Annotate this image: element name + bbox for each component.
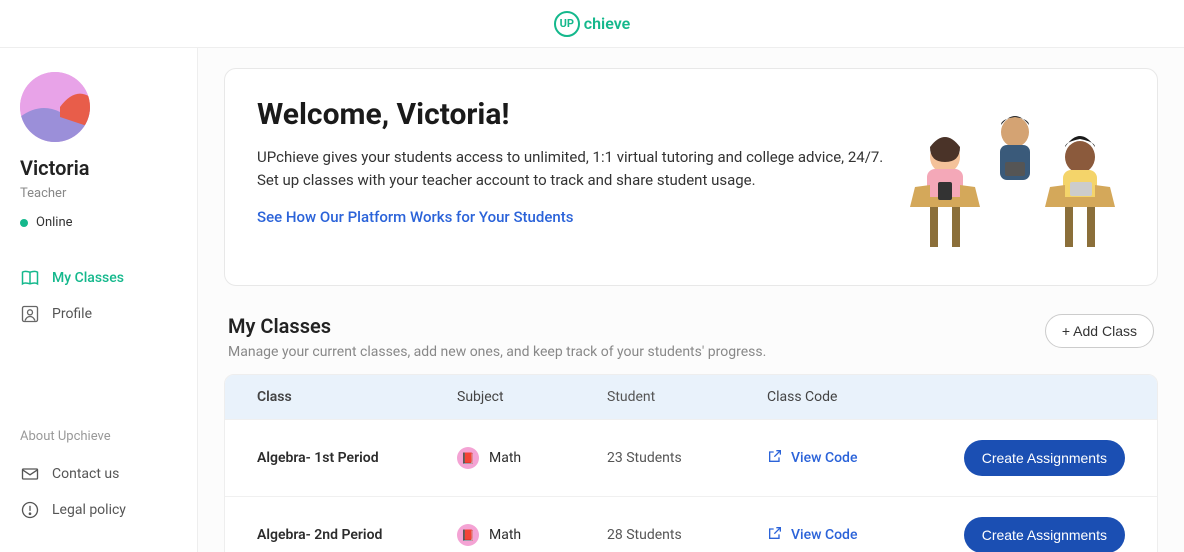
- main-content: Welcome, Victoria! UPchieve gives your s…: [198, 48, 1184, 552]
- subject-label: Math: [489, 450, 521, 466]
- view-code-link[interactable]: View Code: [767, 525, 947, 545]
- logo-text: chieve: [584, 14, 630, 33]
- welcome-card: Welcome, Victoria! UPchieve gives your s…: [224, 68, 1158, 286]
- view-code-link[interactable]: View Code: [767, 448, 947, 468]
- col-header-class: Class: [257, 389, 457, 405]
- student-count: 28 Students: [607, 527, 767, 543]
- status-text: Online: [36, 215, 73, 230]
- profile-icon: [20, 304, 40, 324]
- classes-table: Class Subject Student Class Code Algebra…: [224, 374, 1158, 552]
- classes-subtitle: Manage your current classes, add new one…: [228, 344, 766, 360]
- about-heading: About Upchieve: [20, 429, 177, 444]
- table-row: Algebra- 2nd Period 📕 Math 28 Students V…: [225, 496, 1157, 552]
- book-icon: [20, 268, 40, 288]
- sidebar-item-my-classes[interactable]: My Classes: [20, 260, 177, 296]
- sidebar-item-contact[interactable]: Contact us: [20, 456, 177, 492]
- classes-section-head: My Classes Manage your current classes, …: [224, 314, 1158, 360]
- table-row: Algebra- 1st Period 📕 Math 23 Students V…: [225, 419, 1157, 496]
- sidebar-item-label: Legal policy: [52, 502, 126, 518]
- table-header: Class Subject Student Class Code: [225, 375, 1157, 419]
- subject-label: Math: [489, 527, 521, 543]
- info-icon: [20, 500, 40, 520]
- mail-icon: [20, 464, 40, 484]
- col-header-subject: Subject: [457, 389, 607, 405]
- view-code-label: View Code: [791, 527, 857, 543]
- status: Online: [20, 215, 177, 230]
- welcome-title: Welcome, Victoria!: [257, 97, 885, 132]
- sidebar-item-label: Profile: [52, 306, 92, 322]
- class-name: Algebra- 2nd Period: [257, 527, 457, 543]
- external-link-icon: [767, 448, 783, 468]
- classes-title: My Classes: [228, 314, 766, 338]
- logo-badge: UP: [554, 11, 580, 37]
- student-count: 23 Students: [607, 450, 767, 466]
- col-header-code: Class Code: [767, 389, 947, 405]
- add-class-button[interactable]: + Add Class: [1045, 314, 1154, 348]
- view-code-label: View Code: [791, 450, 857, 466]
- create-assignments-button[interactable]: Create Assignments: [964, 517, 1125, 552]
- user-role: Teacher: [20, 186, 177, 201]
- create-assignments-button[interactable]: Create Assignments: [964, 440, 1125, 476]
- avatar[interactable]: [20, 72, 90, 142]
- subject-icon: 📕: [457, 524, 479, 546]
- sidebar-item-legal[interactable]: Legal policy: [20, 492, 177, 528]
- status-dot-icon: [20, 219, 28, 227]
- sidebar: Victoria Teacher Online My Classes Profi…: [0, 48, 198, 552]
- sidebar-item-profile[interactable]: Profile: [20, 296, 177, 332]
- sidebar-item-label: Contact us: [52, 466, 119, 482]
- col-header-student: Student: [607, 389, 767, 405]
- top-bar: UP chieve: [0, 0, 1184, 48]
- welcome-illustration: [905, 97, 1125, 257]
- external-link-icon: [767, 525, 783, 545]
- user-name: Victoria: [20, 156, 177, 180]
- welcome-link[interactable]: See How Our Platform Works for Your Stud…: [257, 208, 573, 226]
- welcome-desc: UPchieve gives your students access to u…: [257, 146, 885, 191]
- subject-icon: 📕: [457, 447, 479, 469]
- sidebar-item-label: My Classes: [52, 270, 124, 286]
- class-name: Algebra- 1st Period: [257, 450, 457, 466]
- logo[interactable]: UP chieve: [554, 11, 630, 37]
